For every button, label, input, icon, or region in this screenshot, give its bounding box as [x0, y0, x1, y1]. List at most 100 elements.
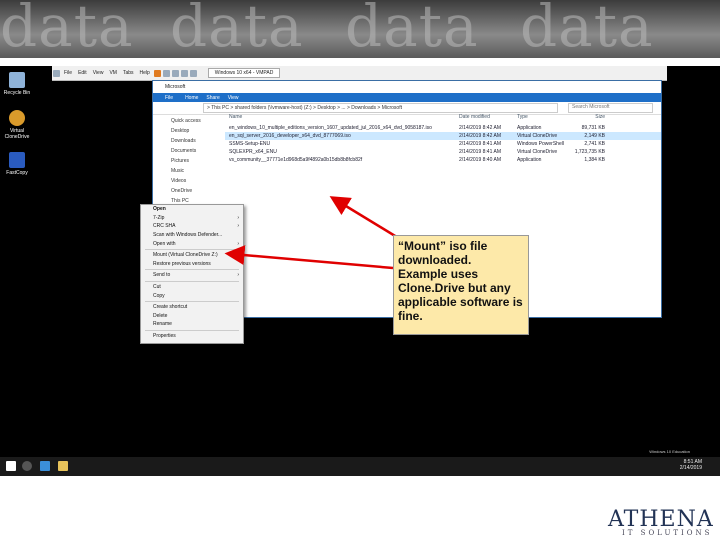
- context-menu-item[interactable]: Rename: [141, 320, 243, 329]
- file-explorer-icon[interactable]: [58, 461, 68, 471]
- file-row[interactable]: en_windows_10_multiple_editions_version_…: [225, 124, 661, 132]
- banner-word: data: [345, 0, 479, 58]
- menu-item-label: Scan with Windows Defender...: [153, 232, 223, 239]
- recycle-bin-icon: [9, 72, 25, 88]
- menu-file[interactable]: File: [64, 70, 72, 76]
- file-name: vs_community__37771e1d968d5a9f4892a0b15d…: [229, 157, 363, 163]
- power-icon[interactable]: [53, 69, 60, 77]
- window-title: Microsoft: [153, 81, 661, 93]
- menu-separator: [145, 269, 239, 271]
- menu-help[interactable]: Help: [140, 70, 150, 76]
- file-row[interactable]: vs_community__37771e1d968d5a9f4892a0b15d…: [225, 156, 661, 164]
- context-menu-item[interactable]: Restore previous versions: [141, 260, 243, 269]
- search-icon[interactable]: [22, 461, 32, 471]
- file-date: 2/14/2019 8:40 AM: [459, 157, 501, 163]
- file-size: 2,149 KB: [584, 133, 605, 139]
- menu-item-label: Send to: [153, 272, 171, 279]
- context-menu-item[interactable]: Mount (Virtual CloneDrive Z:): [141, 251, 243, 260]
- file-type: Application: [517, 125, 542, 131]
- nav-item[interactable]: Documents: [153, 144, 223, 154]
- context-menu-item[interactable]: Scan with Windows Defender...: [141, 231, 243, 240]
- unity-icon[interactable]: [189, 69, 197, 77]
- menu-separator: [145, 280, 239, 282]
- chevron-right-icon: ›: [237, 223, 239, 230]
- menu-item-label: Restore previous versions: [153, 260, 211, 267]
- address-bar[interactable]: > This PC > shared folders (\\vmware-hos…: [203, 103, 558, 113]
- windows-watermark: Windows 10 Education: [649, 449, 690, 454]
- desktop-icon-fastcopy[interactable]: FastCopy: [2, 152, 32, 176]
- windows-start-icon[interactable]: [6, 461, 16, 471]
- nav-item[interactable]: Videos: [153, 174, 223, 184]
- nav-item[interactable]: Desktop: [153, 124, 223, 134]
- vm-toolbar: File Edit View VM Tabs Help Windows 10 x…: [52, 66, 667, 81]
- nav-item[interactable]: OneDrive: [153, 184, 223, 194]
- menu-item-label: Properties: [153, 333, 176, 340]
- nav-item[interactable]: Quick access: [153, 114, 223, 124]
- revert-icon[interactable]: [171, 69, 179, 77]
- menu-view[interactable]: View: [93, 70, 104, 76]
- desktop-icon-recycle-bin[interactable]: Recycle Bin: [2, 72, 32, 96]
- column-size[interactable]: Size: [565, 114, 605, 122]
- menu-item-label: Open: [153, 206, 166, 213]
- menu-item-label: Cut: [153, 284, 161, 291]
- file-date: 2/14/2019 8:42 AM: [459, 133, 501, 139]
- task-view-icon[interactable]: [40, 461, 50, 471]
- callout-box: “Mount” iso file downloaded. Example use…: [393, 235, 529, 335]
- banner-word: data: [520, 0, 654, 58]
- context-menu-item[interactable]: Cut: [141, 283, 243, 292]
- context-menu-item[interactable]: Send to ›: [141, 271, 243, 280]
- tab-home[interactable]: Home: [185, 95, 198, 101]
- context-menu-item[interactable]: Properties: [141, 332, 243, 341]
- file-name: en_sql_server_2016_developer_x64_dvd_877…: [229, 133, 351, 139]
- context-menu-item[interactable]: Open with ›: [141, 239, 243, 248]
- file-row[interactable]: SQLEXPR_x64_ENU 2/14/2019 8:41 AM Virtual …: [225, 148, 661, 156]
- menu-item-label: CRC SHA: [153, 223, 176, 230]
- file-name: SQLEXPR_x64_ENU: [229, 149, 277, 155]
- column-date[interactable]: Date modified: [459, 114, 517, 122]
- nav-item[interactable]: Downloads: [153, 134, 223, 144]
- menu-item-label: Open with: [153, 240, 176, 247]
- menu-item-label: Copy: [153, 292, 165, 299]
- pause-icon[interactable]: [153, 69, 161, 77]
- search-input[interactable]: Search Microsoft: [568, 103, 653, 113]
- menu-vm[interactable]: VM: [109, 70, 117, 76]
- fullscreen-icon[interactable]: [180, 69, 188, 77]
- column-type[interactable]: Type: [517, 114, 565, 122]
- context-menu-item[interactable]: Copy: [141, 291, 243, 300]
- snapshot-icon[interactable]: [162, 69, 170, 77]
- menu-edit[interactable]: Edit: [78, 70, 87, 76]
- context-menu-item[interactable]: Create shortcut: [141, 303, 243, 312]
- system-tray: 8:51 AM 2/14/2019: [680, 459, 702, 471]
- menu-separator: [145, 329, 239, 331]
- ribbon: File Home Share View: [153, 93, 661, 102]
- menu-item-label: Delete: [153, 312, 168, 319]
- tab-view[interactable]: View: [228, 95, 239, 101]
- context-menu-item[interactable]: 7-Zip ›: [141, 214, 243, 223]
- chevron-right-icon: ›: [237, 214, 239, 221]
- nav-item[interactable]: Pictures: [153, 154, 223, 164]
- context-menu-item[interactable]: Delete: [141, 312, 243, 321]
- menu-item-label: Rename: [153, 321, 172, 328]
- tab-share[interactable]: Share: [206, 95, 219, 101]
- fastcopy-icon: [9, 152, 25, 168]
- clock-date[interactable]: 2/14/2019: [680, 465, 702, 471]
- nav-item[interactable]: Music: [153, 164, 223, 174]
- menu-separator: [145, 300, 239, 302]
- context-menu-item[interactable]: CRC SHA ›: [141, 222, 243, 231]
- tab-file[interactable]: File: [161, 94, 178, 101]
- column-name[interactable]: Name: [225, 114, 459, 122]
- desktop-icon-label: Recycle Bin: [3, 90, 31, 96]
- file-row[interactable]: SSMS-Setup-ENU 2/14/2019 8:41 AM Windows P…: [225, 140, 661, 148]
- file-row[interactable]: en_sql_server_2016_developer_x64_dvd_877…: [225, 132, 661, 140]
- athena-logo: ATHENA IT SOLUTIONS: [594, 507, 716, 539]
- menu-item-label: Create shortcut: [153, 304, 188, 311]
- taskbar: 8:51 AM 2/14/2019: [0, 457, 720, 476]
- nav-item[interactable]: This PC: [153, 194, 223, 204]
- vm-tab[interactable]: Windows 10 x64 - VMPAD: [207, 68, 281, 78]
- desktop-icon-label: Virtual CloneDrive: [4, 128, 30, 140]
- menu-tabs[interactable]: Tabs: [123, 70, 134, 76]
- desktop-icon-clonedrive[interactable]: Virtual CloneDrive: [2, 110, 32, 140]
- file-size: 1,384 KB: [584, 157, 605, 163]
- context-menu-item[interactable]: Open: [141, 205, 243, 214]
- logo-subtitle: IT SOLUTIONS: [622, 529, 713, 537]
